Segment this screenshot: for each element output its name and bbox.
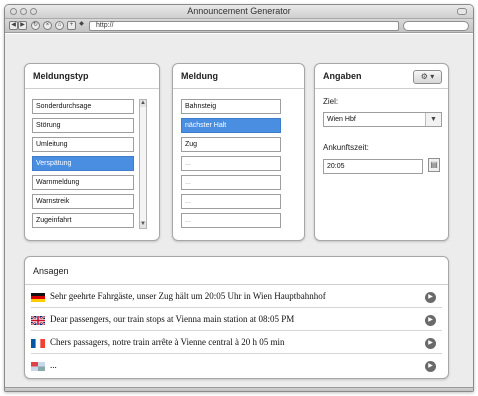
meldungstyp-title: Meldungstyp (33, 71, 89, 81)
list-item-empty[interactable]: ... (181, 156, 281, 171)
list-item-empty[interactable]: ... (181, 175, 281, 190)
toolbar-toggle-button[interactable] (457, 8, 467, 15)
panel-divider (25, 88, 159, 89)
play-icon[interactable]: ▶ (425, 338, 436, 349)
chevron-down-icon: ▾ (430, 72, 435, 81)
app-content: Meldungstyp Sonderdurchsage Störung Umle… (5, 34, 473, 391)
list-item-zugeinfahrt[interactable]: Zugeinfahrt (32, 213, 134, 228)
ziel-value: Wien Hbf (327, 116, 356, 123)
settings-menu-button[interactable]: ⚙ ▾ (413, 70, 442, 84)
list-item-verspaetung[interactable]: Verspätung (32, 156, 134, 171)
back-icon[interactable]: ◀ (9, 21, 18, 30)
scroll-up-icon[interactable]: ▲ (140, 100, 146, 107)
announcement-row-fr: Chers passagers, notre train arrête à Vi… (31, 334, 442, 354)
list-item-umleitung[interactable]: Umleitung (32, 137, 134, 152)
panel-divider (173, 88, 304, 89)
meldung-title: Meldung (181, 71, 218, 81)
meldungstyp-panel: Meldungstyp Sonderdurchsage Störung Umle… (24, 63, 160, 241)
title-bar: Announcement Generator (5, 5, 473, 19)
calendar-icon[interactable]: ▤ (428, 158, 440, 172)
list-item-naechster-halt[interactable]: nächster Halt (181, 118, 281, 133)
panel-divider (315, 88, 448, 89)
list-item-zug[interactable]: Zug (181, 137, 281, 152)
play-icon[interactable]: ▶ (425, 292, 436, 303)
announcement-row-more: ... ▶ (31, 357, 442, 377)
gear-icon: ⚙ (420, 72, 428, 81)
announcement-text: Dear passengers, our train stops at Vien… (50, 314, 295, 324)
ziel-select[interactable]: Wien Hbf ▼ (323, 112, 442, 127)
meldungstyp-scrollbar[interactable]: ▲ ▼ (139, 99, 147, 229)
browser-toolbar: ◀ ▶ ↻ × ⌂ + ◆ http:// (5, 19, 473, 33)
home-icon[interactable]: ⌂ (55, 21, 64, 30)
announcement-text: Chers passagers, notre train arrête à Vi… (50, 337, 285, 347)
meldung-list: Bahnsteig nächster Halt Zug ... ... ... … (181, 99, 281, 239)
stop-icon[interactable]: × (43, 21, 52, 30)
status-bar (5, 387, 473, 391)
search-field[interactable] (403, 21, 469, 31)
meldungstyp-list: Sonderdurchsage Störung Umleitung Verspä… (32, 99, 136, 239)
scroll-down-icon[interactable]: ▼ (140, 221, 146, 228)
url-field[interactable]: http:// (89, 21, 399, 31)
list-item-warnmeldung[interactable]: Warnmeldung (32, 175, 134, 190)
list-item-bahnsteig[interactable]: Bahnsteig (181, 99, 281, 114)
reload-icon[interactable]: ↻ (31, 21, 40, 30)
list-item-stoerung[interactable]: Störung (32, 118, 134, 133)
chevron-down-icon[interactable]: ▼ (425, 113, 441, 126)
browser-window: Announcement Generator ◀ ▶ ↻ × ⌂ + ◆ htt… (4, 4, 474, 392)
multi-flag-icon (31, 362, 45, 371)
panel-divider (25, 284, 448, 285)
play-icon[interactable]: ▶ (425, 361, 436, 372)
rss-icon[interactable]: ◆ (77, 21, 86, 30)
announcement-row-en: Dear passengers, our train stops at Vien… (31, 311, 442, 331)
forward-icon[interactable]: ▶ (18, 21, 27, 30)
announcement-row-de: Sehr geehrte Fahrgäste, unser Zug hält u… (31, 288, 442, 308)
list-item-empty[interactable]: ... (181, 194, 281, 209)
ankunftszeit-input[interactable]: 20:05 (323, 159, 423, 174)
list-item-sonderdurchsage[interactable]: Sonderdurchsage (32, 99, 134, 114)
ansagen-title: Ansagen (33, 266, 69, 276)
ziel-label: Ziel: (323, 97, 339, 106)
de-flag-icon (31, 293, 45, 302)
ankunftszeit-label: Ankunftszeit: (323, 143, 369, 152)
meldung-panel: Meldung Bahnsteig nächster Halt Zug ... … (172, 63, 305, 241)
angaben-title: Angaben (323, 71, 362, 81)
list-item-warnstreik[interactable]: Warnstreik (32, 194, 134, 209)
announcement-text: Sehr geehrte Fahrgäste, unser Zug hält u… (50, 291, 326, 301)
list-item-empty[interactable]: ... (181, 213, 281, 228)
announcement-text: ... (50, 360, 57, 370)
angaben-panel: Angaben ⚙ ▾ Ziel: Wien Hbf ▼ Ankunftszei… (314, 63, 449, 241)
window-title: Announcement Generator (187, 6, 291, 16)
add-bookmark-icon[interactable]: + (67, 21, 76, 30)
uk-flag-icon (31, 316, 45, 325)
fr-flag-icon (31, 339, 45, 348)
ansagen-panel: Ansagen Sehr geehrte Fahrgäste, unser Zu… (24, 256, 449, 379)
play-icon[interactable]: ▶ (425, 315, 436, 326)
